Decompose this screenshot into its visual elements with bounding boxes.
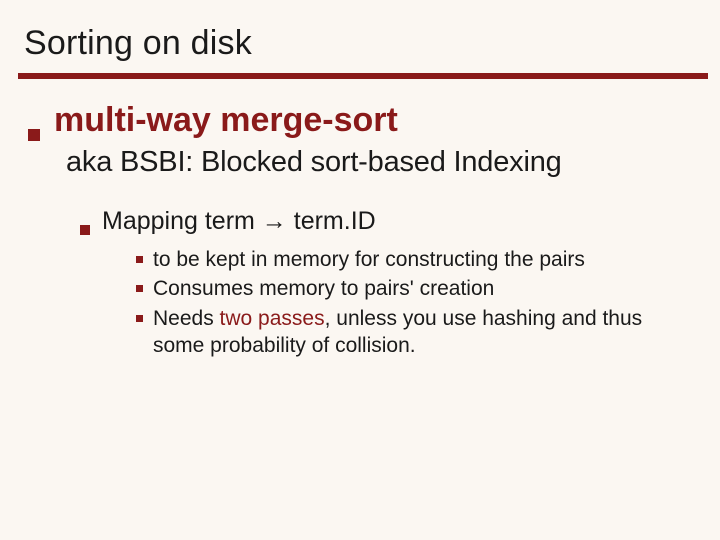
bullet-level1: multi-way merge-sort [28,101,702,140]
square-bullet-icon [28,129,40,141]
lvl3c-accent: two passes [220,307,325,330]
bullet-level3-text: Consumes memory to pairs' creation [153,275,494,302]
slide-title: Sorting on disk [24,24,702,63]
title-rule [18,73,708,79]
bullet-level2: Mapping term → term.ID [80,207,702,236]
square-bullet-icon [136,285,143,292]
square-bullet-icon [80,225,90,235]
bullet-level1-text: multi-way merge-sort [54,101,398,140]
lvl2-pre: Mapping term [102,207,262,235]
square-bullet-icon [136,256,143,263]
subtitle-text: aka BSBI: Blocked sort-based Indexing [66,146,702,179]
bullet-level2-text: Mapping term → term.ID [102,207,376,236]
arrow-icon: → [262,207,287,235]
lvl2-post: term.ID [287,207,376,235]
lvl3c-pre: Needs [153,307,220,330]
bullet-level3-group: to be kept in memory for constructing th… [136,246,702,359]
bullet-level3-text: to be kept in memory for constructing th… [153,246,585,273]
bullet-level3: Needs two passes, unless you use hashing… [136,305,702,360]
bullet-level3: Consumes memory to pairs' creation [136,275,702,302]
slide: Sorting on disk multi-way merge-sort aka… [0,0,720,540]
bullet-level3-text: Needs two passes, unless you use hashing… [153,305,693,360]
square-bullet-icon [136,315,143,322]
bullet-level3: to be kept in memory for constructing th… [136,246,702,273]
